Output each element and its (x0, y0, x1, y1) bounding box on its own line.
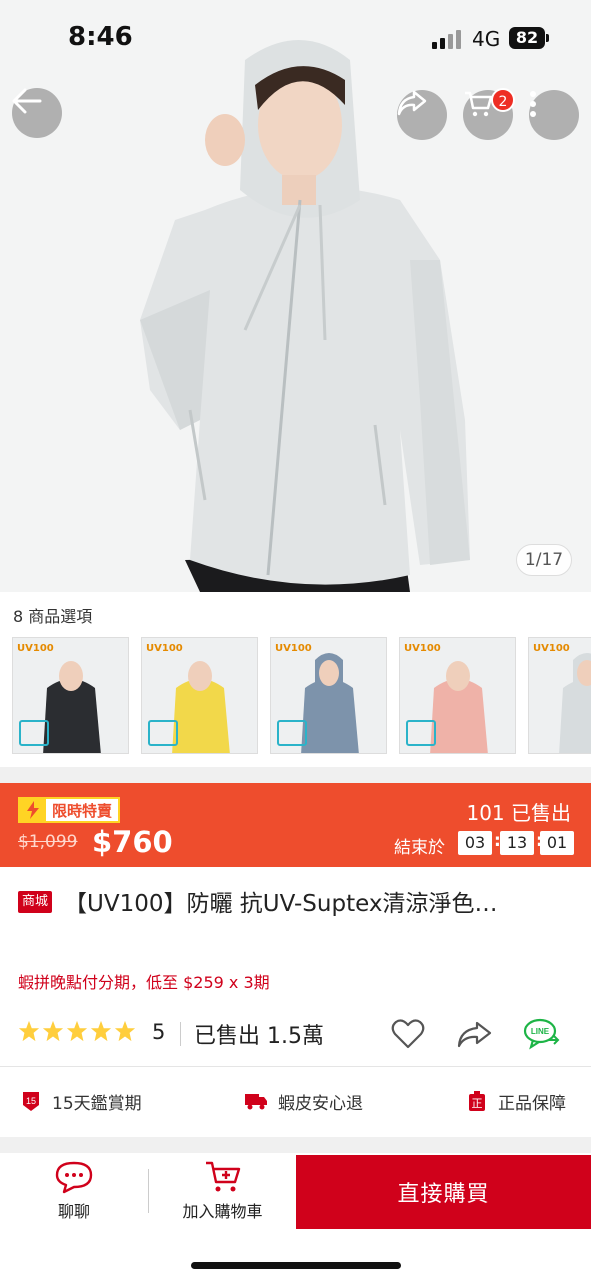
share-button[interactable] (397, 90, 447, 140)
status-time: 8:46 (68, 22, 133, 52)
appraisal-icon: 15 (23, 1092, 39, 1111)
cart-badge: 2 (491, 88, 515, 112)
product-title[interactable]: 【UV100】防曬 抗UV-Suptex清涼淨色… (64, 884, 574, 918)
product-gallery[interactable]: 8:46 4G 82 2 1/17 (0, 0, 591, 592)
line-share-button[interactable]: LINE (522, 1016, 562, 1052)
battery-icon: 82 (509, 27, 545, 49)
lightning-icon (20, 799, 46, 821)
divider (180, 1022, 181, 1046)
share-icon (457, 1021, 492, 1048)
sold-total: 已售出 1.5萬 (194, 1024, 324, 1049)
countdown-seconds: 01 (540, 831, 574, 855)
flash-sold-count: 101 已售出 (466, 801, 571, 825)
star-icon (66, 1020, 88, 1042)
like-button[interactable] (388, 1016, 428, 1052)
cool-tag-icon (148, 720, 178, 746)
option-thumbnail[interactable]: UV100 (141, 637, 258, 754)
chat-label: 聊聊 (57, 1202, 90, 1221)
rating-stars[interactable] (18, 1020, 136, 1042)
ends-label: 結束於 (394, 838, 445, 858)
signal-icon (432, 29, 464, 49)
brand-logo: UV100 (146, 643, 183, 654)
flash-sale-label: 限時特賣 (18, 797, 121, 823)
share-icon (397, 90, 427, 116)
rating-row: 5 已售出 1.5萬 LINE (18, 1016, 578, 1052)
guarantee-label: 蝦皮安心退 (278, 1093, 363, 1114)
installment-info[interactable]: 蝦拼晚點付分期，低至 $259 x 3期 (18, 969, 270, 993)
cart-icon (465, 91, 493, 117)
back-button[interactable] (12, 88, 62, 138)
original-price: $1,099 (18, 832, 78, 852)
bottom-action-bar: 聊聊 加入購物車 直接購買 (0, 1153, 591, 1279)
status-bar: 8:46 4G 82 (0, 0, 591, 78)
option-thumbnail[interactable]: UV100 (399, 637, 516, 754)
rating-value: 5 (152, 1020, 166, 1044)
flash-sale-banner: 限時特賣 $1,099 $760 101 已售出 結束於 03 : 13 : 0… (0, 783, 591, 867)
option-thumbnail[interactable]: UV100 (270, 637, 387, 754)
add-cart-icon (205, 1161, 240, 1192)
add-to-cart-button[interactable]: 加入購物車 (149, 1153, 296, 1229)
brand-logo: UV100 (275, 643, 312, 654)
guarantee-return[interactable]: 蝦皮安心退 (244, 1086, 363, 1116)
guarantee-label: 正品保障 (498, 1093, 566, 1114)
countdown-hours: 03 (458, 831, 492, 855)
option-thumbnail[interactable]: UV100 (12, 637, 129, 754)
star-icon (90, 1020, 112, 1042)
guarantee-label: 15天鑑賞期 (52, 1093, 142, 1114)
star-icon (18, 1020, 40, 1042)
more-button[interactable] (529, 90, 579, 140)
brand-logo: UV100 (404, 643, 441, 654)
options-title: 8 商品選項 (13, 607, 93, 626)
option-thumbnails: UV100 UV100 UV100 UV100 UV100 (12, 637, 591, 754)
svg-text:LINE: LINE (531, 1027, 550, 1036)
cool-tag-icon (19, 720, 49, 746)
svg-text:15: 15 (26, 1096, 36, 1106)
brand-logo: UV100 (533, 643, 570, 654)
share-product-button[interactable] (454, 1016, 494, 1052)
chat-button[interactable]: 聊聊 (0, 1153, 148, 1229)
product-page: 8:46 4G 82 2 1/17 8 商品選項 UV100 UV100 UV1… (0, 0, 591, 1279)
svg-text:正: 正 (472, 1097, 483, 1110)
divider-line (0, 1066, 591, 1067)
countdown-minutes: 13 (500, 831, 534, 855)
network-label: 4G (472, 27, 501, 51)
brand-logo: UV100 (17, 643, 54, 654)
more-vertical-icon (530, 91, 536, 117)
return-truck-icon (245, 1094, 267, 1110)
guarantee-appraisal[interactable]: 15 15天鑑賞期 (20, 1086, 142, 1116)
cool-tag-icon (277, 720, 307, 746)
battery-tip (546, 34, 549, 42)
section-divider (0, 767, 591, 783)
home-indicator (191, 1262, 401, 1269)
option-photo (559, 653, 591, 753)
buy-now-button[interactable]: 直接購買 (296, 1155, 591, 1229)
add-to-cart-label: 加入購物車 (182, 1202, 263, 1221)
option-thumbnail[interactable]: UV100 (528, 637, 591, 754)
image-counter: 1/17 (516, 544, 572, 576)
cool-tag-icon (406, 720, 436, 746)
star-icon (42, 1020, 64, 1042)
line-icon: LINE (523, 1018, 560, 1050)
guarantee-authentic[interactable]: 正 正品保障 (466, 1086, 566, 1116)
chat-icon (55, 1161, 93, 1194)
star-icon (114, 1020, 136, 1042)
sale-price: $760 (92, 825, 173, 859)
section-divider (0, 1137, 591, 1153)
arrow-left-icon (12, 88, 42, 114)
flash-sale-text: 限時特賣 (52, 801, 113, 820)
authentic-icon: 正 (469, 1091, 485, 1111)
heart-icon (391, 1019, 425, 1049)
mall-tag: 商城 (18, 891, 53, 913)
